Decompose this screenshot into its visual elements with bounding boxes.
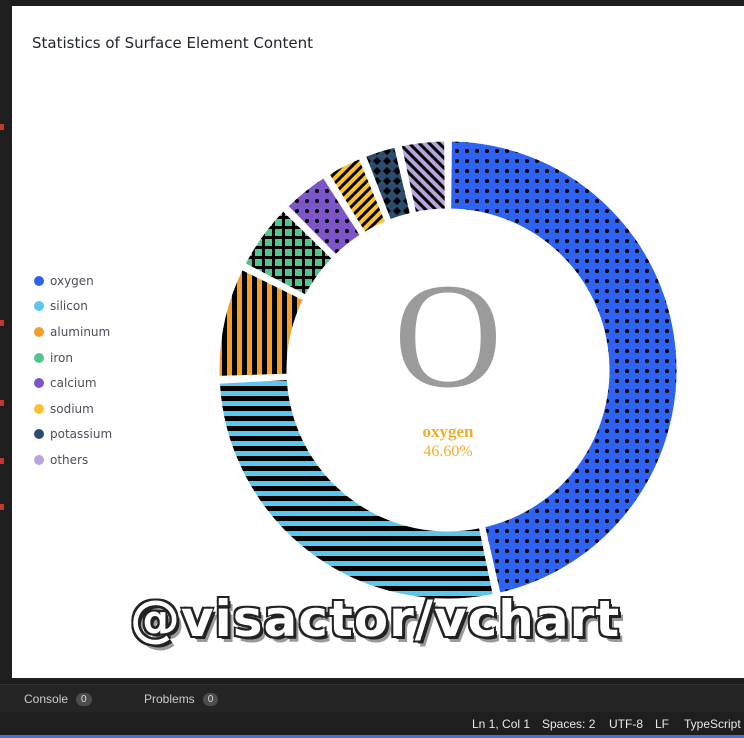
donut-chart: O oxygen 46.60% xyxy=(216,138,680,602)
center-label: oxygen xyxy=(423,422,475,441)
status-bar: Ln 1, Col 1 Spaces: 2 UTF-8 LF TypeScrip… xyxy=(0,712,744,738)
tab-console[interactable]: Console 0 xyxy=(24,685,92,713)
tab-console-label: Console xyxy=(24,692,69,706)
watermark-text: @visactor/vchart xyxy=(130,590,621,648)
status-cursor-position[interactable]: Ln 1, Col 1 xyxy=(472,717,530,731)
status-indentation[interactable]: Spaces: 2 xyxy=(542,717,595,731)
center-value: 46.60% xyxy=(423,443,472,460)
bottom-panel-tabs: Console 0 Problems 0 xyxy=(0,684,744,713)
problems-count-badge: 0 xyxy=(202,692,219,706)
status-encoding[interactable]: UTF-8 xyxy=(609,717,643,731)
status-line-ending[interactable]: LF xyxy=(655,717,669,731)
console-count-badge: 0 xyxy=(76,692,92,706)
gutter-marker xyxy=(0,504,4,510)
center-element-glyph: O xyxy=(394,253,502,419)
tab-problems[interactable]: Problems 0 xyxy=(144,685,219,713)
gutter-marker xyxy=(0,458,4,464)
status-language[interactable]: TypeScript xyxy=(684,717,741,731)
tab-problems-label: Problems xyxy=(144,692,195,706)
gutter-marker xyxy=(0,124,4,130)
chart-panel: Statistics of Surface Element Content ox… xyxy=(12,6,744,678)
gutter-marker xyxy=(0,320,4,326)
gutter-marker xyxy=(0,400,4,406)
left-gutter xyxy=(0,0,12,684)
